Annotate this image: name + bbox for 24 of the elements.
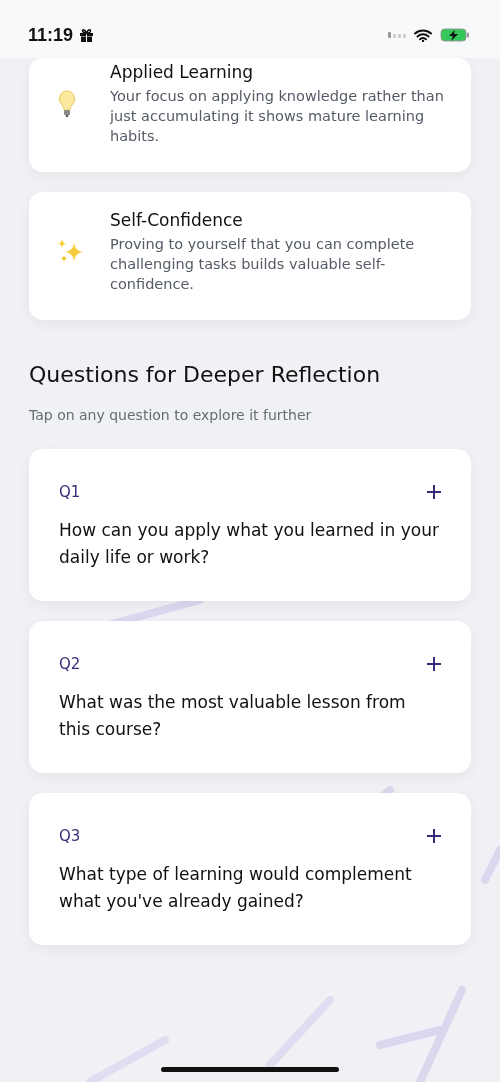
battery-charging-icon [440, 28, 470, 42]
question-text: What type of learning would complement what you've already gained? [59, 863, 413, 913]
insight-description: Your focus on applying knowledge rather than just accumulating it shows mature learning habits. [110, 87, 445, 146]
plus-icon[interactable] [427, 485, 441, 499]
question-card[interactable]: Q1 How can you apply what you learned in your daily life or work? [29, 449, 471, 601]
section-heading: Questions for Deeper Reflection [29, 362, 382, 387]
lightbulb-icon [57, 90, 77, 118]
question-number: Q2 [59, 655, 81, 673]
question-text: What was the most valuable lesson from this course? [59, 691, 407, 741]
plus-icon[interactable] [427, 657, 441, 671]
question-text: How can you apply what you learned in your daily life or work? [59, 519, 440, 569]
question-card[interactable]: Q2 What was the most valuable lesson from this course? [29, 621, 471, 773]
gift-icon [79, 27, 95, 43]
plus-icon[interactable] [427, 829, 441, 843]
question-card[interactable]: Q3 What type of learning would complement what you've already gained? [29, 793, 471, 945]
wifi-icon [414, 28, 432, 42]
insight-title: Applied Learning [110, 62, 255, 82]
question-number: Q3 [59, 827, 81, 845]
section-subtitle: Tap on any question to explore it further [29, 407, 313, 423]
signal-icon [388, 32, 406, 38]
insight-description: Proving to yourself that you can complete challenging tasks builds valuable self-confidence. [110, 235, 416, 294]
insight-title: Self-Confidence [110, 210, 244, 230]
question-number: Q1 [59, 483, 81, 501]
status-time: 11:19 [28, 24, 74, 46]
